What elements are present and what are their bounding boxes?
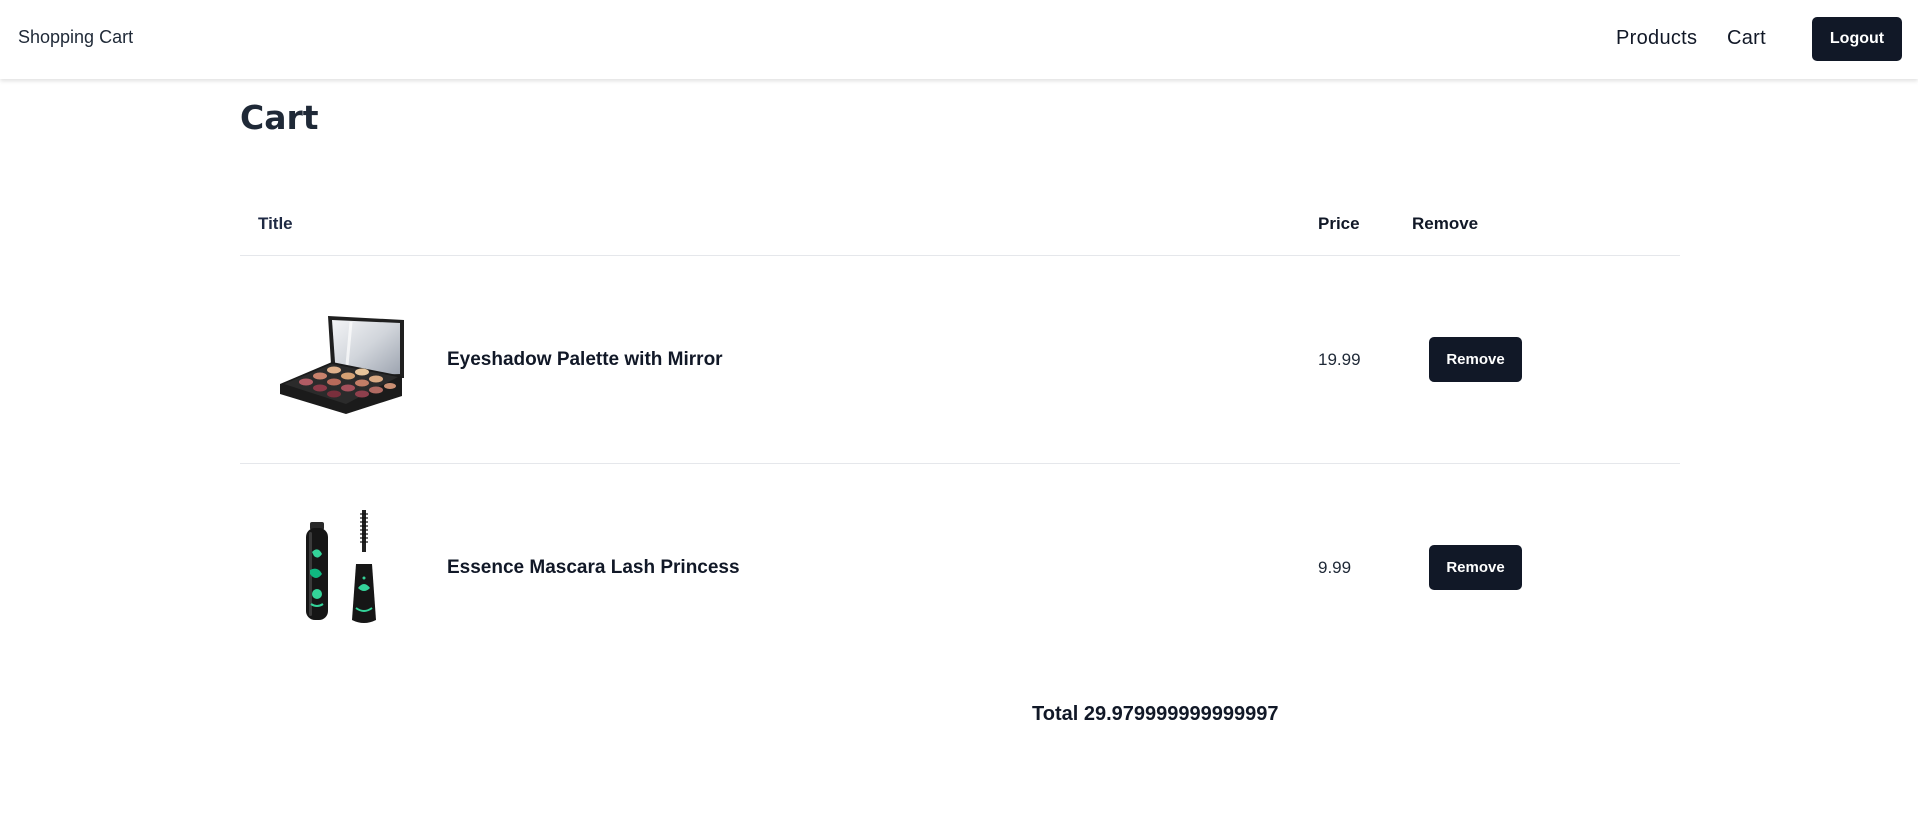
nav-link-products[interactable]: Products xyxy=(1616,27,1697,50)
eyeshadow-palette-image xyxy=(276,296,406,426)
table-row: Eyeshadow Palette with Mirror 19.99 Remo… xyxy=(240,256,1680,464)
column-header-title: Title xyxy=(258,214,293,233)
logout-button[interactable]: Logout xyxy=(1812,17,1902,61)
cart-table: Title Price Remove Eyeshadow Palette wit… xyxy=(240,194,1680,672)
product-price: 9.99 xyxy=(1318,558,1352,577)
remove-button[interactable]: Remove xyxy=(1429,337,1522,382)
table-row: Essence Mascara Lash Princess 9.99 Remov… xyxy=(240,464,1680,672)
brand-link[interactable]: Shopping Cart xyxy=(18,27,133,48)
nav-link-cart[interactable]: Cart xyxy=(1727,27,1766,50)
mascara-image xyxy=(276,504,406,634)
cart-total: Total 29.979999999999997 xyxy=(1032,703,1279,725)
page-title: Cart xyxy=(240,98,319,137)
product-price: 19.99 xyxy=(1318,350,1361,369)
column-header-remove: Remove xyxy=(1412,214,1479,233)
remove-button[interactable]: Remove xyxy=(1429,545,1522,590)
navbar: Shopping Cart Products Cart Logout xyxy=(0,0,1918,79)
product-title: Essence Mascara Lash Princess xyxy=(447,557,740,578)
product-title: Eyeshadow Palette with Mirror xyxy=(447,349,723,370)
table-header: Title Price Remove xyxy=(240,194,1680,256)
column-header-price: Price xyxy=(1318,214,1360,233)
